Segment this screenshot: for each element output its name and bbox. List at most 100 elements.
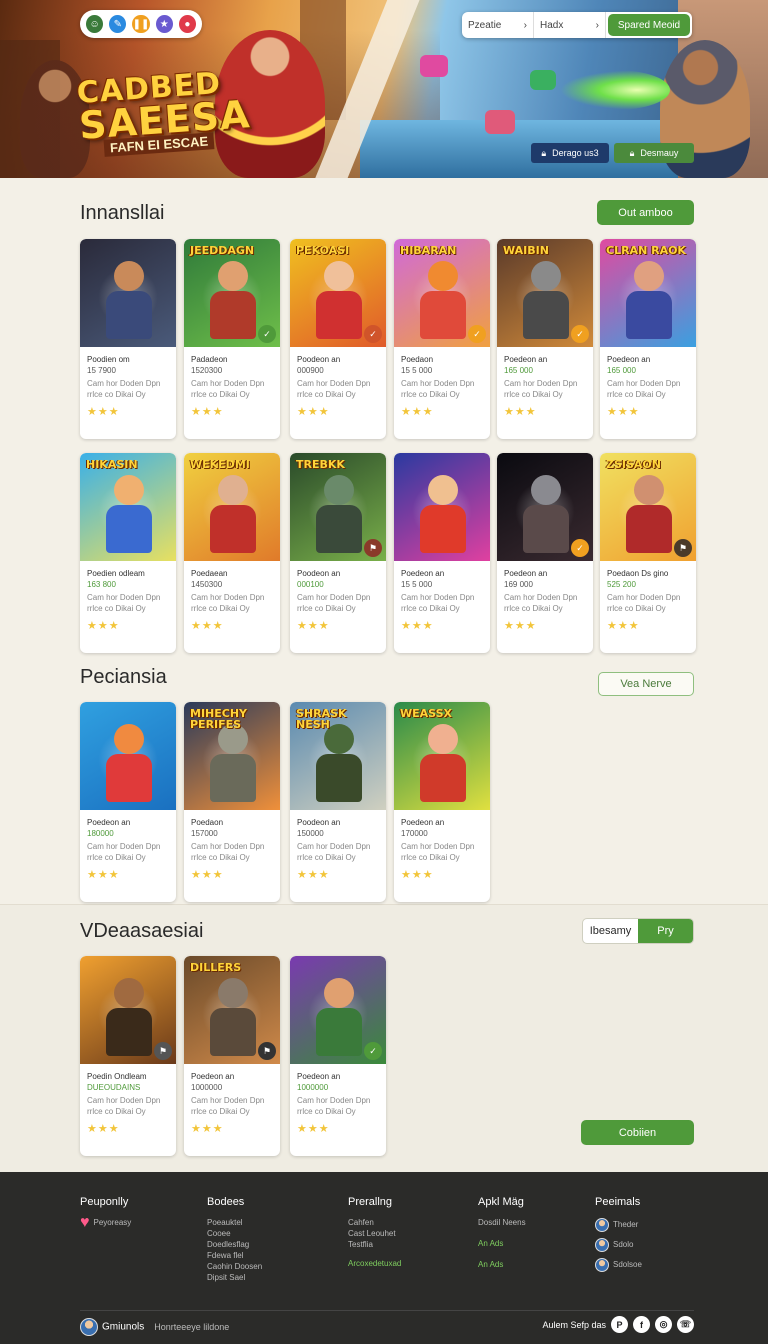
footer-link[interactable]: Caohin Doosen xyxy=(207,1262,262,1271)
toggle-option[interactable]: Ibesamy xyxy=(583,919,638,943)
record-icon[interactable]: ● xyxy=(178,15,197,33)
game-card[interactable]: ZSISAON ⚑ Poedaon Ds gino 525 200 Cam hor Do… xyxy=(600,453,696,653)
facebook-icon[interactable]: f xyxy=(633,1316,650,1333)
instagram-icon[interactable]: ◎ xyxy=(655,1316,672,1333)
game-card-art[interactable]: PEKOASI ✓ xyxy=(290,239,386,347)
game-card-art[interactable]: SHRASK NESH xyxy=(290,702,386,810)
game-card[interactable]: ✓ Poedeon an 1000000 Cam hor Doden Dpn rrlc… xyxy=(290,956,386,1156)
game-price: 1450300 xyxy=(191,579,223,589)
feather-icon[interactable]: ✎ xyxy=(109,15,127,33)
game-card[interactable]: Poedeon an 15 5 000 Cam hor Doden Dpn rrlc… xyxy=(394,453,490,653)
game-price: 180000 xyxy=(87,828,114,838)
quick-icons: ☺ ✎ ❚❚ ★ ● xyxy=(80,10,202,38)
game-card[interactable]: DILLERS ⚑ Poedeon an 1000000 Cam hor Doden D… xyxy=(184,956,280,1156)
badge-icon: ⚑ xyxy=(258,1042,276,1060)
toggle-option-active[interactable]: Pry xyxy=(638,919,693,943)
footer-link[interactable]: An Ads xyxy=(478,1260,526,1269)
game-card[interactable]: SHRASK NESH Poodeon an 150000 Cam hor Doden… xyxy=(290,702,386,902)
footer-link[interactable]: Dipsit Sael xyxy=(207,1273,262,1282)
character-head xyxy=(218,261,248,291)
character-head xyxy=(634,261,664,291)
game-logo: MIHECHY PERIFES xyxy=(190,707,248,731)
game-card[interactable]: HIKASIN Poedien odleam 163 800 Cam hor Dode… xyxy=(80,453,176,653)
footer-bottom-link[interactable]: Honrteeeye lildone xyxy=(154,1322,229,1332)
view-more-button[interactable]: Vea Nerve xyxy=(598,672,694,696)
footer-link[interactable]: Poeauktel xyxy=(207,1218,262,1227)
game-card[interactable]: Poedeon an 180000 Cam hor Doden Dpn rrlce … xyxy=(80,702,176,902)
game-card[interactable]: HIBARAN ✓ Poedaon 15 5 000 Cam hor Doden Dpn… xyxy=(394,239,490,439)
game-card-art[interactable]: MIHECHY PERIFES xyxy=(184,702,280,810)
footer-divider xyxy=(80,1310,694,1311)
load-more-button[interactable]: Cobiien xyxy=(581,1120,694,1145)
footer-link[interactable]: An Ads xyxy=(478,1239,526,1248)
avatar-icon[interactable]: ☺ xyxy=(86,15,104,33)
whatsapp-icon[interactable]: ☏ xyxy=(677,1316,694,1333)
brand[interactable]: Gmiunols xyxy=(80,1318,144,1336)
search-field-1[interactable]: Pzeatie › xyxy=(462,12,534,38)
game-card[interactable]: JEEDDAGN ✓ Padadeon 1520300 Cam hor Doden Dp… xyxy=(184,239,280,439)
game-card[interactable]: ✓ Poedeon an 169 000 Cam hor Doden Dpn rrlc… xyxy=(497,453,593,653)
game-card-art[interactable]: ✓ xyxy=(290,956,386,1064)
game-card-art[interactable]: WEASSX xyxy=(394,702,490,810)
game-card-art[interactable] xyxy=(394,453,490,561)
footer-person[interactable]: Theder xyxy=(595,1218,642,1232)
heart-icon: ♥ xyxy=(80,1214,90,1232)
game-card-art[interactable]: HIBARAN ✓ xyxy=(394,239,490,347)
game-description: Cam hor Doden Dpn rrlce co Dikai Oy xyxy=(607,379,681,399)
game-card-art[interactable]: WEKEDMI xyxy=(184,453,280,561)
game-card-art[interactable]: WAIBIN ✓ xyxy=(497,239,593,347)
game-card-art[interactable]: ✓ xyxy=(497,453,593,561)
pinterest-icon[interactable]: P xyxy=(611,1316,628,1333)
character-body xyxy=(106,754,152,802)
pause-icon[interactable]: ❚❚ xyxy=(132,15,150,33)
game-card-art[interactable]: ZSISAON ⚑ xyxy=(600,453,696,561)
lock-icon: 🔒︎ xyxy=(541,147,547,158)
game-card-info: Poedeon an 180000 Cam hor Doden Dpn rrlce … xyxy=(80,810,176,881)
game-card[interactable]: Poodien om 15 7900 Cam hor Doden Dpn rrlce… xyxy=(80,239,176,439)
character-body xyxy=(626,505,672,553)
game-card-art[interactable]: DILLERS ⚑ xyxy=(184,956,280,1064)
character-head xyxy=(114,261,144,291)
star-rating: ★★★ xyxy=(87,406,120,418)
footer-link[interactable]: Fdewa flel xyxy=(207,1251,262,1260)
game-card-art[interactable]: CLRAN RAOK xyxy=(600,239,696,347)
character-head xyxy=(634,475,664,505)
game-card[interactable]: CLRAN RAOK Poedeon an 165 000 Cam hor Doden… xyxy=(600,239,696,439)
game-logo: HIKASIN xyxy=(86,458,138,471)
footer-link[interactable]: Cooee xyxy=(207,1229,262,1238)
game-card[interactable]: WEKEDMI Poedaean 1450300 Cam hor Doden Dpn … xyxy=(184,453,280,653)
search-field-2[interactable]: Hadx › xyxy=(534,12,606,38)
game-price: 165 000 xyxy=(607,365,636,375)
game-card-art[interactable]: JEEDDAGN ✓ xyxy=(184,239,280,347)
game-name: Poedeon an xyxy=(607,355,651,364)
character-body xyxy=(106,1008,152,1056)
game-card-art[interactable]: ⚑ xyxy=(80,956,176,1064)
star-rating: ★★★ xyxy=(504,620,537,632)
footer-person[interactable]: Sdolsoe xyxy=(595,1258,642,1272)
game-card-art[interactable] xyxy=(80,702,176,810)
footer-link[interactable]: Cast Leouhet xyxy=(348,1229,401,1238)
character-body xyxy=(316,1008,362,1056)
hero-button-2[interactable]: 🔒︎ Desmauy xyxy=(614,143,694,163)
game-card-art[interactable] xyxy=(80,239,176,347)
star-icon[interactable]: ★ xyxy=(155,15,173,33)
game-card[interactable]: WEASSX Poedeon an 170000 Cam hor Doden Dpn … xyxy=(394,702,490,902)
game-card[interactable]: PEKOASI ✓ Poodeon an 000900 Cam hor Doden Dp… xyxy=(290,239,386,439)
footer-link[interactable]: Cahfen xyxy=(348,1218,401,1227)
game-card[interactable]: TREBKK ⚑ Poodeon an 000100 Cam hor Doden Dpn… xyxy=(290,453,386,653)
search-submit-button[interactable]: Spared Meoid xyxy=(608,14,690,36)
footer-person[interactable]: Sdolo xyxy=(595,1238,642,1252)
footer-link[interactable]: Testflia xyxy=(348,1240,401,1249)
game-card-art[interactable]: TREBKK ⚑ xyxy=(290,453,386,561)
game-card-art[interactable]: HIKASIN xyxy=(80,453,176,561)
footer-link[interactable]: ♥ Peyoreasy xyxy=(80,1215,131,1231)
section-title: Peciansia xyxy=(80,666,167,688)
footer-link[interactable]: Dosdil Neens xyxy=(478,1218,526,1227)
game-card[interactable]: ⚑ Poedin Ondleam DUEOUDAINS Cam hor Doden D… xyxy=(80,956,176,1156)
game-card[interactable]: MIHECHY PERIFES Poedaon 157000 Cam hor Dode… xyxy=(184,702,280,902)
game-card[interactable]: WAIBIN ✓ Poedeon an 165 000 Cam hor Doden Dp… xyxy=(497,239,593,439)
hero-button-1[interactable]: 🔒︎ Derago us3 xyxy=(531,143,609,163)
footer-link[interactable]: Doedlesflag xyxy=(207,1240,262,1249)
see-all-button[interactable]: Out amboo xyxy=(597,200,694,225)
footer-link[interactable]: Arcoxedetuxad xyxy=(348,1259,401,1268)
